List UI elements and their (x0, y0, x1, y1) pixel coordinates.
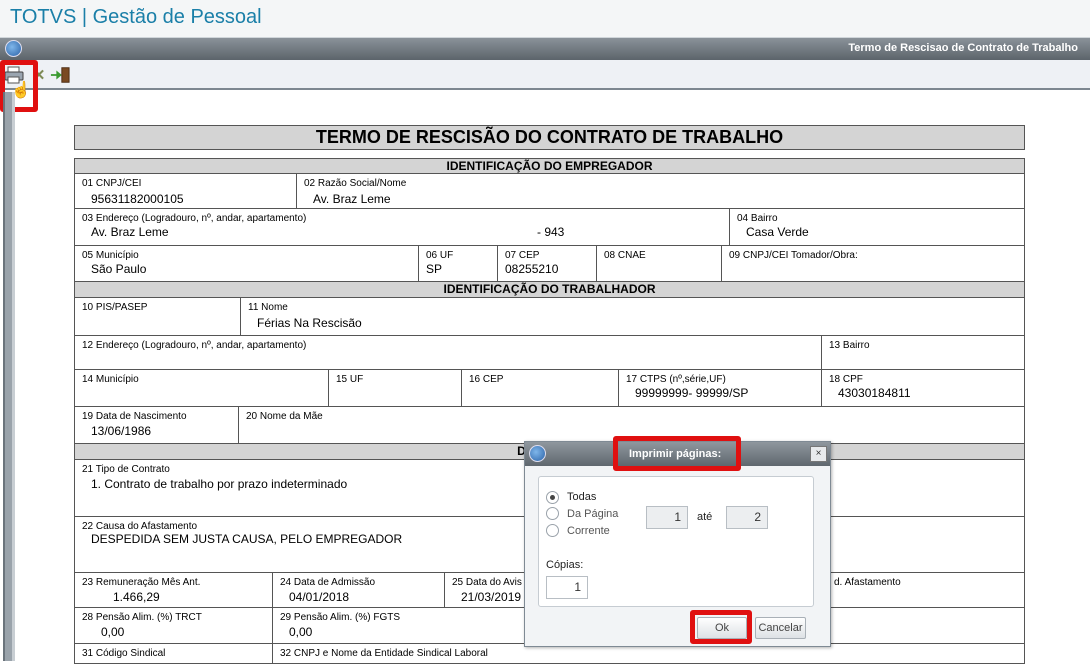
contract-type-value: 1. Contrato de trabalho por prazo indete… (91, 477, 348, 491)
pension-fgts-value: 0,00 (289, 625, 313, 639)
dialog-title-highlight-box (613, 436, 741, 471)
field-label: 21 Tipo de Contrato (82, 464, 170, 475)
window-title: Termo de Rescisao de Contrato de Trabalh… (848, 42, 1078, 54)
cep-value: 08255210 (505, 262, 559, 276)
field-label: 15 UF (336, 374, 364, 385)
field-label: 14 Município (82, 374, 139, 385)
field-label: 24 Data de Admissão (280, 577, 376, 588)
window-titlebar: Termo de Rescisao de Contrato de Trabalh… (0, 38, 1090, 60)
worker-row-3: 14 Município 15 UF 16 CEP 17 CTPS (nº,sé… (74, 370, 1025, 407)
radio-from-page[interactable] (546, 507, 559, 520)
ok-highlight-box (690, 610, 752, 644)
field-label: 07 CEP (505, 250, 540, 261)
district-value: Casa Verde (746, 225, 809, 239)
field-label: 23 Remuneração Mês Ant. (82, 577, 201, 588)
radio-all-pages[interactable] (546, 491, 559, 504)
field-label: 29 Pensão Alim. (%) FGTS (280, 612, 401, 623)
field-label: 12 Endereço (Logradouro, nº, andar, apar… (82, 340, 307, 351)
worker-row-1: 10 PIS/PASEP 11 Nome Férias Na Rescisão (74, 298, 1025, 336)
worker-row-4: 19 Data de Nascimento 13/06/1986 20 Nome … (74, 407, 1025, 444)
employer-row-1: 01 CNPJ/CEI 95631182000105 02 Razão Socia… (74, 174, 1025, 209)
pension-trct-value: 0,00 (101, 625, 125, 639)
admission-date-value: 04/01/2018 (289, 590, 350, 604)
totvs-logo-icon (529, 445, 546, 462)
left-scroll-edge (3, 92, 15, 661)
section-employer: IDENTIFICAÇÃO DO EMPREGADOR (74, 158, 1025, 174)
cpf-value: 43030184811 (838, 386, 911, 400)
worker-name-value: Férias Na Rescisão (257, 316, 362, 330)
totvs-logo-icon (5, 40, 22, 57)
field-label: 18 CPF (829, 374, 863, 385)
print-pages-dialog: Imprimir páginas: × Todas Da Página Corr… (524, 441, 831, 647)
field-label: 06 UF (426, 250, 454, 261)
to-page-input[interactable]: 2 (726, 506, 768, 529)
employer-row-3: 05 Município São Paulo 06 UF SP 07 CEP 0825… (74, 246, 1025, 282)
field-label: 08 CNAE (604, 250, 646, 261)
field-label: d. Afastamento (834, 577, 901, 588)
employer-row-2: 03 Endereço (Logradouro, nº, andar, apar… (74, 209, 1025, 246)
field-label: 10 PIS/PASEP (82, 302, 148, 313)
contract-row-5: 31 Código Sindical 32 CNPJ e Nome da Ent… (74, 644, 1025, 664)
address-number-value: - 943 (537, 225, 565, 239)
company-name-value: Av. Braz Leme (313, 192, 391, 206)
radio-current-page[interactable] (546, 524, 559, 537)
field-label: 20 Nome da Mãe (246, 411, 323, 422)
copies-input[interactable]: 1 (546, 576, 588, 599)
close-icon[interactable]: × (810, 446, 827, 462)
exit-door-icon[interactable] (50, 65, 70, 85)
from-page-input[interactable]: 1 (646, 506, 688, 529)
radio-current-label: Corrente (567, 525, 610, 537)
cancel-button[interactable]: Cancelar (755, 617, 806, 639)
doc-title: TERMO DE RESCISÃO DO CONTRATO DE TRABALH… (74, 125, 1025, 150)
copies-label: Cópias: (546, 559, 584, 571)
field-label: 32 CNPJ e Nome da Entidade Sindical Labo… (280, 648, 488, 659)
uf-value: SP (426, 262, 443, 276)
app-title: TOTVS | Gestão de Pessoal (10, 6, 262, 28)
birthdate-value: 13/06/1986 (91, 424, 152, 438)
termination-cause-value: DESPEDIDA SEM JUSTA CAUSA, PELO EMPREGAD… (91, 532, 403, 546)
field-label: 17 CTPS (nº,série,UF) (626, 374, 726, 385)
notice-date-value: 21/03/2019 (461, 590, 522, 604)
worker-row-2: 12 Endereço (Logradouro, nº, andar, apar… (74, 336, 1025, 370)
city-value: São Paulo (91, 262, 147, 276)
cnpj-value: 95631182000105 (91, 192, 184, 206)
remuneration-value: 1.466,29 (113, 590, 160, 604)
field-label: 05 Município (82, 250, 139, 261)
app-header: TOTVS | Gestão de Pessoal (0, 0, 1090, 38)
field-label: 22 Causa do Afastamento (82, 521, 198, 532)
radio-all-label: Todas (567, 491, 597, 503)
to-label: até (697, 511, 713, 523)
field-label: 03 Endereço (Logradouro, nº, andar, apar… (82, 213, 307, 224)
page-range-group: Todas Da Página Corrente 1 até 2 Cópias:… (538, 476, 814, 607)
toolbar: ✕ ☝ (0, 60, 1090, 99)
field-label: 09 CNPJ/CEI Tomador/Obra: (729, 250, 858, 261)
radio-from-page-label: Da Página (567, 508, 619, 520)
field-label: 16 CEP (469, 374, 504, 385)
field-label: 01 CNPJ/CEI (82, 178, 142, 189)
address-value: Av. Braz Leme (91, 225, 169, 239)
field-label: 04 Bairro (737, 213, 778, 224)
section-worker: IDENTIFICAÇÃO DO TRABALHADOR (74, 282, 1025, 298)
field-label: 28 Pensão Alim. (%) TRCT (82, 612, 202, 623)
field-label: 19 Data de Nascimento (82, 411, 187, 422)
field-label: 31 Código Sindical (82, 648, 166, 659)
field-label: 25 Data do Avis (452, 577, 522, 588)
field-label: 02 Razão Social/Nome (304, 178, 407, 189)
ctps-value: 99999999- 99999/SP (635, 386, 749, 400)
field-label: 13 Bairro (829, 340, 870, 351)
field-label: 11 Nome (248, 302, 288, 313)
